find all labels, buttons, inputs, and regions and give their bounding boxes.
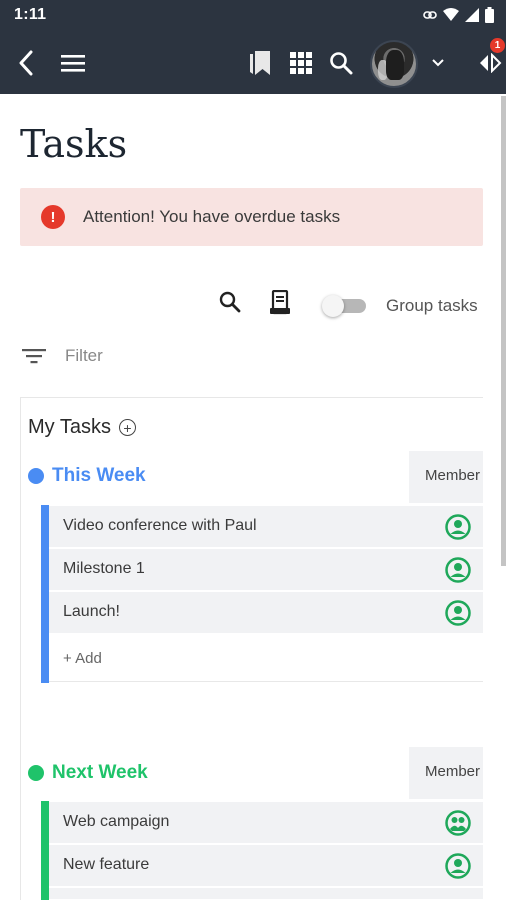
document-icon [270,290,290,315]
search-button[interactable] [326,32,356,94]
filter-label: Filter [65,346,103,365]
task-search-button[interactable] [216,288,244,316]
alert-icon: ! [41,205,65,229]
task-label: Milestone 1 [63,560,145,577]
my-tasks-label: My Tasks [28,416,111,438]
task-row-partial[interactable] [49,888,483,900]
group-tasks-toggle[interactable] [322,295,368,317]
back-icon [19,50,33,76]
apps-grid-icon [290,52,312,74]
task-row[interactable]: Web campaign [49,802,483,844]
wifi-icon [443,8,459,21]
task-label: New feature [63,856,150,873]
group-tasks-label: Group tasks [386,296,478,315]
user-avatar[interactable] [370,40,418,88]
section-next-week[interactable]: Next Week [28,762,148,784]
bookmarks-icon [250,51,270,75]
status-time: 1:11 [14,6,47,23]
group-icon[interactable] [445,810,471,841]
notifications-icon [480,53,502,73]
app-bar [0,32,506,94]
section-this-week[interactable]: This Week [28,465,146,487]
member-icon[interactable] [445,514,471,545]
page-title: Tasks [20,122,128,166]
status-bar: 1:11 [0,0,506,32]
task-label: Video conference with Paul [63,517,257,534]
link-icon [423,11,437,19]
alert-text: Attention! You have overdue tasks [83,207,341,226]
battery-icon [485,7,494,23]
task-row[interactable]: New feature [49,845,483,887]
bookmarks-button[interactable] [244,32,276,94]
task-row[interactable]: Milestone 1 [49,549,483,591]
add-task-label[interactable]: + Add [63,650,102,667]
add-task-row[interactable]: + Add [49,636,483,682]
export-button[interactable] [266,288,294,318]
member-icon[interactable] [445,557,471,588]
member-icon[interactable] [445,600,471,631]
section-title: Next Week [52,762,148,783]
signal-icon [465,8,479,22]
filter-button[interactable]: Filter [22,346,103,366]
section-title: This Week [52,465,146,486]
search-icon [330,52,353,75]
search-icon [219,291,241,313]
toggle-knob [322,295,344,317]
section-color-bar [41,505,49,683]
account-menu-button[interactable] [426,32,450,94]
menu-button[interactable] [56,32,90,94]
task-label: Launch! [63,603,120,620]
overdue-alert: ! Attention! You have overdue tasks [20,188,483,246]
chevron-down-icon [432,59,444,67]
task-label: Web campaign [63,813,170,830]
section-color-bar [41,801,49,900]
section-dot [28,765,44,781]
section-dot [28,468,44,484]
status-icons [423,7,494,23]
task-row[interactable]: Video conference with Paul [49,506,483,548]
menu-icon [61,55,85,72]
member-icon[interactable] [445,853,471,884]
member-column-header: Member [409,747,483,799]
back-button[interactable] [10,32,42,94]
notification-badge: 1 [490,38,505,53]
page-scrollbar[interactable] [501,96,506,566]
member-column-header: Member [409,451,483,503]
apps-button[interactable] [286,32,316,94]
add-task-icon[interactable]: + [118,419,136,436]
filter-icon [22,349,46,364]
my-tasks-heading: My Tasks + [28,416,136,439]
task-row[interactable]: Launch! [49,592,483,634]
